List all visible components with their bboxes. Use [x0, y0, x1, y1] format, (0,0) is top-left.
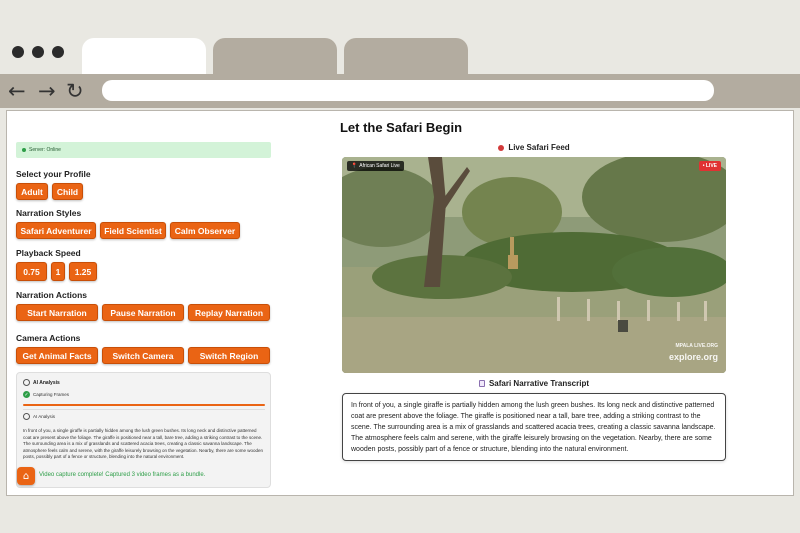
- style-safari-adventurer-button[interactable]: Safari Adventurer: [16, 222, 96, 239]
- eye-icon: [23, 379, 30, 386]
- camera-name-text: African Safari Live: [359, 163, 400, 169]
- check-icon: ✓: [23, 391, 30, 398]
- server-status-text: Server: Online: [29, 147, 61, 153]
- live-feed-label: Live Safari Feed: [508, 143, 570, 152]
- speed-1-button[interactable]: 1: [51, 262, 65, 281]
- pin-icon: 📍: [351, 163, 358, 169]
- browser-tab-3[interactable]: [344, 38, 468, 74]
- narration-actions-label: Narration Actions: [16, 290, 88, 300]
- forward-arrow-icon[interactable]: →: [38, 78, 56, 104]
- camera-name-badge: 📍 African Safari Live: [347, 161, 404, 171]
- replay-narration-button[interactable]: Replay Narration: [188, 304, 270, 321]
- switch-camera-button[interactable]: Switch Camera: [102, 347, 184, 364]
- safari-scene-image: [342, 157, 726, 373]
- live-badge: • LIVE: [698, 161, 721, 171]
- mpala-watermark: MPALA LIVE.ORG: [675, 343, 719, 349]
- ai-analysis-step-label: AI Analysis: [33, 414, 56, 419]
- status-dot-icon: [22, 148, 26, 152]
- capturing-frames-label: Capturing Frames: [33, 392, 70, 397]
- transcript-text: In front of you, a single giraffe is par…: [351, 402, 716, 453]
- start-narration-button[interactable]: Start Narration: [16, 304, 98, 321]
- ai-analysis-panel: AI Analysis ✓ Capturing Frames AI Analys…: [16, 372, 271, 488]
- transcript-heading: Safari Narrative Transcript: [342, 379, 726, 388]
- capturing-frames-step: ✓ Capturing Frames: [23, 391, 69, 398]
- live-feed-heading: Live Safari Feed: [342, 143, 726, 152]
- reload-icon[interactable]: ↻: [66, 78, 84, 104]
- switch-region-button[interactable]: Switch Region: [188, 347, 270, 364]
- close-window-dot[interactable]: [12, 46, 24, 58]
- narration-styles-label: Narration Styles: [16, 208, 82, 218]
- profile-child-button[interactable]: Child: [52, 183, 83, 200]
- playback-speed-label: Playback Speed: [16, 248, 81, 258]
- web-page: Let the Safari Begin Server: Online Sele…: [6, 110, 794, 496]
- browser-tab-2[interactable]: [213, 38, 337, 74]
- minimize-window-dot[interactable]: [32, 46, 44, 58]
- ai-analysis-step: AI Analysis: [23, 413, 55, 420]
- window-controls: [12, 46, 64, 58]
- red-dot-icon: [498, 144, 505, 151]
- profile-section-label: Select your Profile: [16, 169, 91, 179]
- style-calm-observer-button[interactable]: Calm Observer: [170, 222, 240, 239]
- server-status-banner: Server: Online: [16, 142, 271, 158]
- ai-analysis-header: AI Analysis: [23, 379, 60, 386]
- capture-success-message: Video capture complete! Captured 3 video…: [39, 472, 206, 478]
- live-video-feed[interactable]: 📍 African Safari Live • LIVE MPALA LIVE.…: [342, 157, 726, 373]
- transcript-icon: [478, 380, 485, 387]
- speed-1-25-button[interactable]: 1.25: [69, 262, 97, 281]
- profile-adult-button[interactable]: Adult: [16, 183, 48, 200]
- browser-tab-active[interactable]: [82, 38, 206, 74]
- camera-actions-label: Camera Actions: [16, 333, 81, 343]
- transcript-box: In front of you, a single giraffe is par…: [342, 393, 726, 461]
- back-arrow-icon[interactable]: ←: [8, 78, 26, 104]
- address-bar[interactable]: [102, 80, 714, 101]
- analysis-progress-bar: [23, 404, 265, 406]
- eye-icon: [23, 413, 30, 420]
- page-title: Let the Safari Begin: [339, 120, 463, 135]
- style-field-scientist-button[interactable]: Field Scientist: [100, 222, 166, 239]
- speed-0-75-button[interactable]: 0.75: [16, 262, 47, 281]
- ai-analysis-title: AI Analysis: [33, 379, 60, 386]
- transcript-label: Safari Narrative Transcript: [488, 379, 590, 388]
- explore-watermark: explore.org: [668, 352, 718, 362]
- home-icon[interactable]: ⌂: [17, 467, 35, 485]
- analysis-description: In front of you, a single giraffe is par…: [23, 428, 263, 459]
- analysis-divider: [23, 409, 265, 410]
- maximize-window-dot[interactable]: [52, 46, 64, 58]
- get-animal-facts-button[interactable]: Get Animal Facts: [16, 347, 98, 364]
- pause-narration-button[interactable]: Pause Narration: [102, 304, 184, 321]
